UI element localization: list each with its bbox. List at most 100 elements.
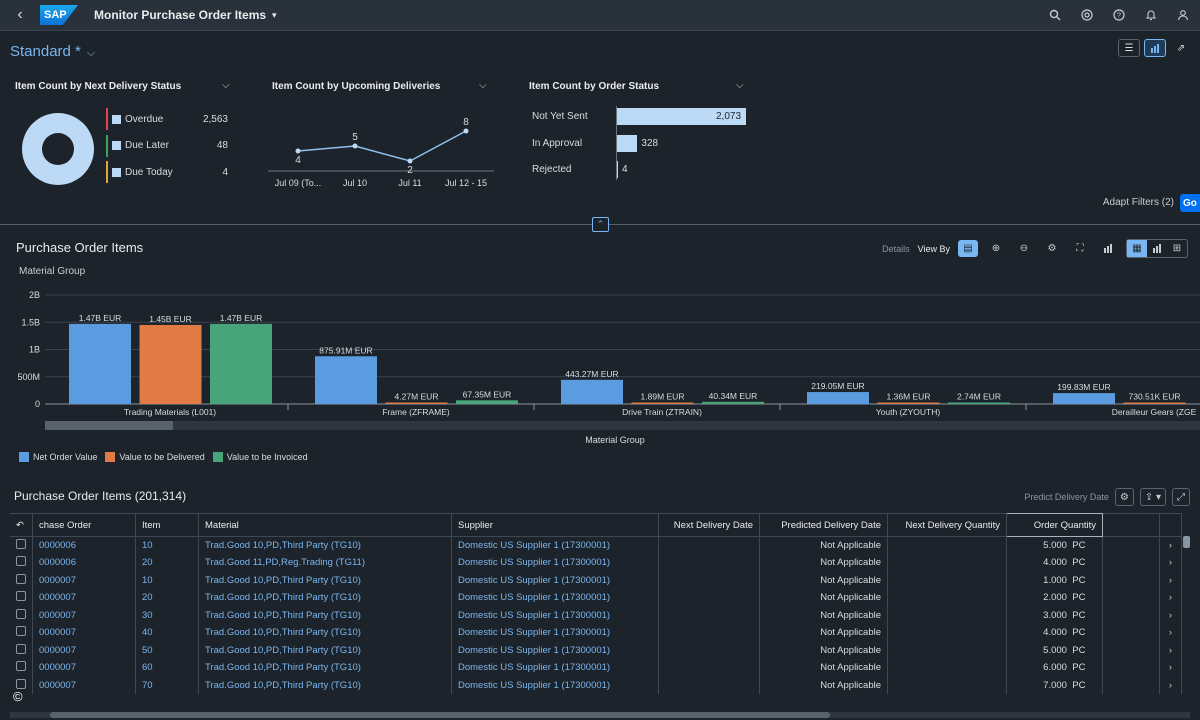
chevron-right-icon[interactable]: › <box>1159 676 1182 694</box>
bar[interactable] <box>807 392 869 404</box>
purchase-order-link[interactable]: 0000007 <box>32 606 136 624</box>
legend-item[interactable]: Net Order Value <box>19 452 97 462</box>
material-link[interactable]: Trad.Good 10,PD,Third Party (TG10) <box>198 676 452 694</box>
chart-scroll-thumb[interactable] <box>45 421 173 430</box>
table-row[interactable]: 0000007 60 Trad.Good 10,PD,Third Party (TG… <box>10 659 1182 677</box>
purchase-order-link[interactable]: 0000007 <box>32 676 136 694</box>
fullscreen-icon[interactable]: ⤢ <box>1172 488 1190 506</box>
row-select[interactable] <box>10 659 33 677</box>
row-select[interactable] <box>10 606 33 624</box>
legend-item[interactable]: Due Later 48 <box>106 134 228 157</box>
collapse-header-button[interactable]: ⌃ <box>592 217 609 232</box>
supplier-link[interactable]: Domestic US Supplier 1 (17300001) <box>451 606 659 624</box>
supplier-link[interactable]: Domestic US Supplier 1 (17300001) <box>451 676 659 694</box>
scroll-thumb[interactable] <box>50 712 830 718</box>
row-select[interactable] <box>10 554 33 572</box>
item-link[interactable]: 20 <box>135 589 199 607</box>
column-header[interactable]: Next Delivery Date <box>658 513 760 537</box>
bar[interactable] <box>561 379 623 404</box>
help-icon[interactable]: ? <box>1110 6 1128 24</box>
user-icon[interactable] <box>1174 6 1192 24</box>
purchase-order-link[interactable]: 0000007 <box>32 624 136 642</box>
line-point[interactable] <box>352 143 358 149</box>
material-link[interactable]: Trad.Good 10,PD,Third Party (TG10) <box>198 589 452 607</box>
checkbox[interactable] <box>16 591 26 602</box>
adapt-filters-button[interactable]: Adapt Filters (2) <box>1103 197 1174 208</box>
line-point[interactable] <box>463 128 469 134</box>
table-row[interactable]: 0000007 70 Trad.Good 10,PD,Third Party (TG… <box>10 676 1182 694</box>
row-select[interactable] <box>10 589 33 607</box>
item-link[interactable]: 50 <box>135 641 199 659</box>
column-header[interactable]: Order Quantity <box>1006 513 1103 537</box>
chevron-right-icon[interactable]: › <box>1159 606 1182 624</box>
checkbox[interactable] <box>16 608 26 619</box>
chevron-right-icon[interactable]: › <box>1159 554 1182 572</box>
bar[interactable] <box>315 356 377 404</box>
table-row[interactable]: 0000007 20 Trad.Good 10,PD,Third Party (TG… <box>10 589 1182 607</box>
row-select[interactable] <box>10 536 33 554</box>
purchase-order-link[interactable]: 0000007 <box>32 589 136 607</box>
row-select[interactable] <box>10 624 33 642</box>
details-button[interactable]: Details <box>882 244 910 254</box>
supplier-link[interactable]: Domestic US Supplier 1 (17300001) <box>451 554 659 572</box>
bar[interactable] <box>948 402 1010 405</box>
predict-delivery-date-button[interactable]: Predict Delivery Date <box>1024 492 1109 502</box>
status-bar[interactable] <box>617 134 638 152</box>
item-link[interactable]: 10 <box>135 536 199 554</box>
item-link[interactable]: 30 <box>135 606 199 624</box>
fullscreen-icon[interactable]: ⛶ <box>1070 240 1090 257</box>
purchase-order-link[interactable]: 0000006 <box>32 536 136 554</box>
settings-icon[interactable]: ⚙ <box>1042 240 1062 257</box>
settings-icon[interactable]: ⚙ <box>1114 488 1134 506</box>
column-header[interactable]: Item <box>135 513 199 537</box>
card-title-upcoming-deliveries[interactable]: Item Count by Upcoming Deliveries <box>272 81 440 92</box>
line-point[interactable] <box>295 148 301 154</box>
material-link[interactable]: Trad.Good 11,PD,Reg.Trading (TG11) <box>198 554 452 572</box>
vertical-scrollbar[interactable] <box>1183 536 1190 548</box>
joule-icon[interactable] <box>1078 6 1096 24</box>
card-title-order-status[interactable]: Item Count by Order Status <box>529 81 659 92</box>
checkbox[interactable] <box>16 626 26 637</box>
table-view-icon[interactable]: ⊞ <box>1167 240 1187 257</box>
legend-item[interactable]: Value to be Invoiced <box>212 452 308 462</box>
column-header[interactable]: chase Order <box>32 513 136 537</box>
drill-icon[interactable]: ▤ <box>958 240 978 257</box>
donut-chart[interactable] <box>22 113 94 185</box>
table-row[interactable]: 0000007 10 Trad.Good 10,PD,Third Party (TG… <box>10 571 1182 589</box>
checkbox[interactable] <box>16 573 26 584</box>
material-link[interactable]: Trad.Good 10,PD,Third Party (TG10) <box>198 536 452 554</box>
material-link[interactable]: Trad.Good 10,PD,Third Party (TG10) <box>198 641 452 659</box>
share-icon[interactable]: ⇗ <box>1170 39 1192 57</box>
item-link[interactable]: 20 <box>135 554 199 572</box>
checkbox[interactable] <box>16 678 26 689</box>
chart-scrollbar[interactable] <box>45 421 1200 430</box>
chart-view-icon[interactable] <box>1147 240 1167 257</box>
table-row[interactable]: 0000007 30 Trad.Good 10,PD,Third Party (TG… <box>10 606 1182 624</box>
row-select[interactable] <box>10 571 33 589</box>
table-row[interactable]: 0000007 40 Trad.Good 10,PD,Third Party (TG… <box>10 624 1182 642</box>
zoom-out-icon[interactable]: ⊖ <box>1014 240 1034 257</box>
legend-item[interactable]: Value to be Delivered <box>105 452 205 462</box>
app-title[interactable]: Monitor Purchase Order Items <box>94 8 266 22</box>
purchase-order-link[interactable]: 0000007 <box>32 641 136 659</box>
item-link[interactable]: 60 <box>135 659 199 677</box>
table-row[interactable]: 0000006 10 Trad.Good 10,PD,Third Party (TG… <box>10 536 1182 554</box>
bar[interactable] <box>385 402 448 405</box>
item-link[interactable]: 10 <box>135 571 199 589</box>
bar[interactable] <box>1123 402 1186 405</box>
chevron-right-icon[interactable]: › <box>1159 536 1182 554</box>
notifications-icon[interactable] <box>1142 6 1160 24</box>
supplier-link[interactable]: Domestic US Supplier 1 (17300001) <box>451 589 659 607</box>
chevron-down-icon[interactable]: ⌵ <box>479 80 487 91</box>
bar[interactable] <box>69 323 131 404</box>
checkbox[interactable] <box>16 661 26 672</box>
chevron-right-icon[interactable]: › <box>1159 571 1182 589</box>
legend-item[interactable]: Overdue 2,563 <box>106 108 228 130</box>
export-icon[interactable]: ⇪ ▾ <box>1139 488 1166 506</box>
zoom-in-icon[interactable]: ⊕ <box>986 240 1006 257</box>
material-link[interactable]: Trad.Good 10,PD,Third Party (TG10) <box>198 571 452 589</box>
legend-item[interactable]: Due Today 4 <box>106 161 228 183</box>
purchase-order-link[interactable]: 0000006 <box>32 554 136 572</box>
upcoming-line-chart[interactable]: 4 Jul 09 (To... 5 Jul 10 2 Jul 11 8 Jul 12 - 15 <box>268 106 500 192</box>
row-select[interactable] <box>10 641 33 659</box>
